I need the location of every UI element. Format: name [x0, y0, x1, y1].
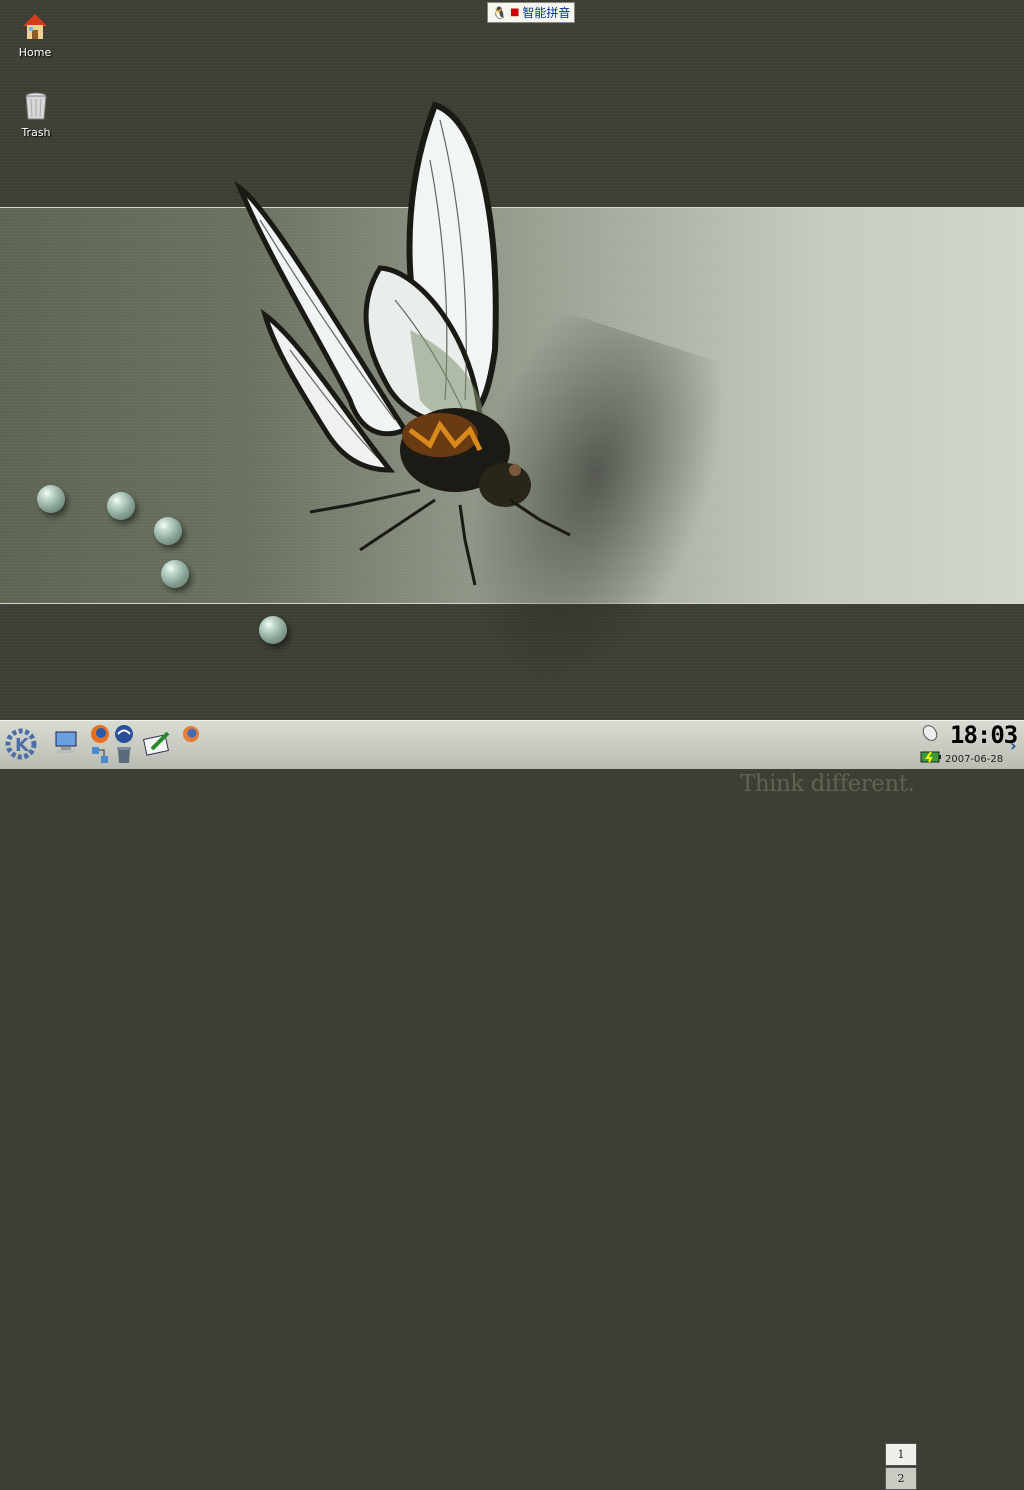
trash-desktop-icon[interactable]: Trash [1, 90, 71, 139]
computer-icon [55, 731, 77, 753]
taskbar: K 1 2 [0, 720, 1024, 1490]
battery-icon[interactable] [920, 749, 942, 765]
mouse-tray-icon[interactable] [920, 724, 940, 742]
network-icon [92, 747, 108, 763]
glass-bead [37, 485, 65, 513]
input-method-label: 智能拼音 [522, 6, 571, 20]
pager-desktop-1[interactable]: 1 [885, 1443, 917, 1466]
kde-logo-icon: K [5, 728, 37, 760]
kde-menu-button[interactable]: K [5, 727, 37, 765]
lock-icon: ■ [509, 7, 520, 18]
home-icon [23, 14, 47, 39]
text-editor-launcher[interactable] [142, 729, 172, 761]
input-method-indicator[interactable]: 🐧 ■ 智能拼音 [487, 2, 576, 23]
glass-bead [107, 492, 135, 520]
desktop-wallpaper: Think different. Home Trash 🐧 ■ 智能拼音 [0, 0, 1024, 797]
home-desktop-icon[interactable]: Home [0, 10, 70, 59]
trash-launcher[interactable] [114, 745, 134, 769]
browser-icon [115, 725, 133, 743]
pager-desktop-2[interactable]: 2 [885, 1467, 917, 1490]
wallpaper-tagline: Think different. [740, 771, 915, 797]
desktop-pager: 1 2 [885, 1443, 917, 1490]
firefox-task[interactable] [182, 725, 382, 765]
glass-bead [154, 517, 182, 545]
firefox-icon [91, 725, 109, 743]
clock[interactable]: 18:03 [950, 722, 1018, 748]
glass-bead [161, 560, 189, 588]
glass-bead [259, 616, 287, 644]
trash-small-icon [117, 747, 131, 763]
cicada-artwork [234, 101, 571, 586]
editor-icon [142, 731, 170, 756]
penguin-icon: 🐧 [492, 5, 507, 20]
my-computer-launcher[interactable] [53, 729, 79, 759]
svg-text:K: K [15, 735, 30, 756]
trash-icon [25, 92, 47, 120]
home-icon-label: Home [18, 46, 52, 59]
trash-icon-label: Trash [21, 126, 51, 139]
clock-date: 2007-06-28 [945, 754, 1004, 765]
firefox-task-icon [182, 725, 200, 743]
panel-expand-arrow[interactable]: › [1010, 736, 1024, 756]
network-launcher[interactable] [90, 745, 110, 769]
